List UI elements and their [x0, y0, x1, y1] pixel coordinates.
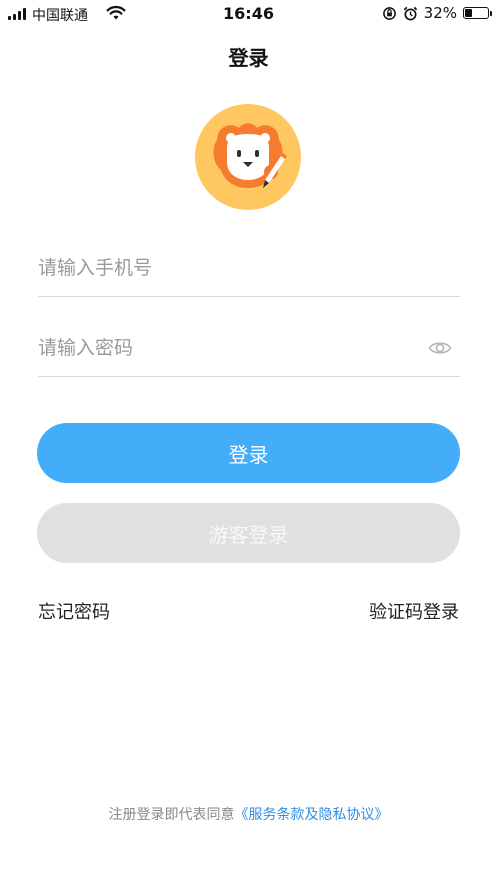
alarm-icon [403, 6, 417, 20]
terms-privacy-link[interactable]: 《服务条款及隐私协议》 [235, 807, 389, 823]
battery-icon [463, 7, 492, 19]
login-button[interactable]: 登录 [37, 423, 460, 483]
orientation-lock-icon [382, 6, 396, 20]
forgot-password-link[interactable]: 忘记密码 [38, 598, 110, 624]
guest-login-button[interactable]: 游客登录 [37, 503, 460, 563]
lion-mascot-logo-icon [195, 104, 301, 210]
sms-code-login-link[interactable]: 验证码登录 [369, 598, 459, 624]
password-field[interactable] [38, 320, 460, 377]
page-title: 登录 [228, 46, 269, 70]
agreement-prefix: 注册登录即代表同意 [108, 807, 235, 823]
status-bar: 中国联通 16:46 32% [0, 0, 497, 30]
login-button-label: 登录 [228, 442, 269, 467]
guest-login-button-label: 游客登录 [208, 522, 289, 547]
phone-input[interactable] [38, 257, 398, 279]
eye-icon[interactable] [428, 338, 452, 358]
phone-field[interactable] [38, 240, 460, 297]
battery-percent: 32% [423, 4, 457, 22]
password-input[interactable] [38, 337, 398, 359]
battery-level [465, 9, 472, 17]
agreement-notice: 注册登录即代表同意《服务条款及隐私协议》 [0, 804, 497, 824]
